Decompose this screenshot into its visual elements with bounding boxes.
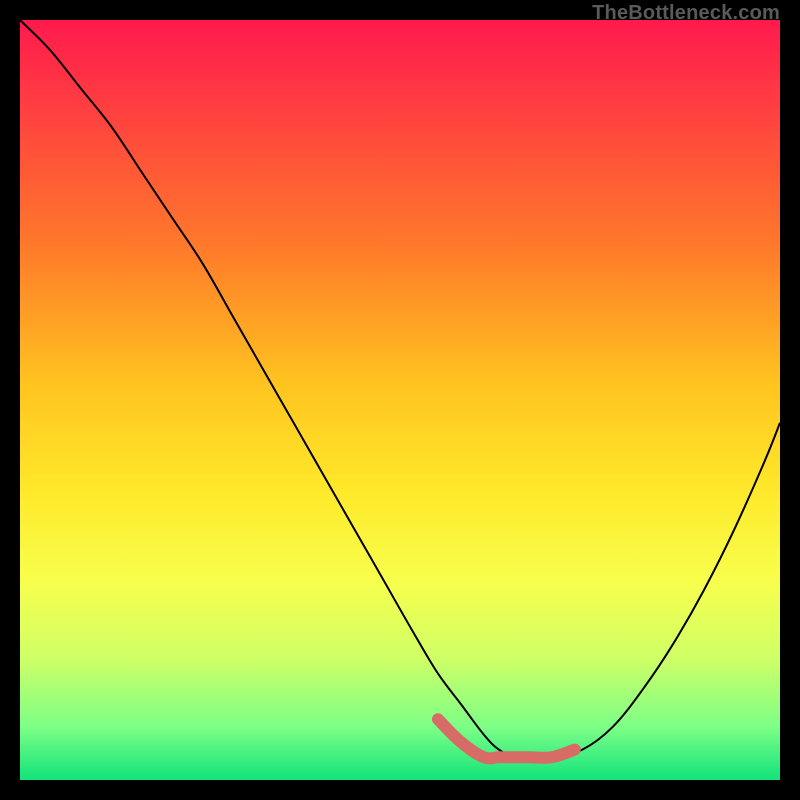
bottleneck-curve xyxy=(20,20,780,758)
optimal-zone-highlight xyxy=(438,719,575,758)
chart-frame: TheBottleneck.com xyxy=(0,0,800,800)
curve-layer xyxy=(20,20,780,780)
